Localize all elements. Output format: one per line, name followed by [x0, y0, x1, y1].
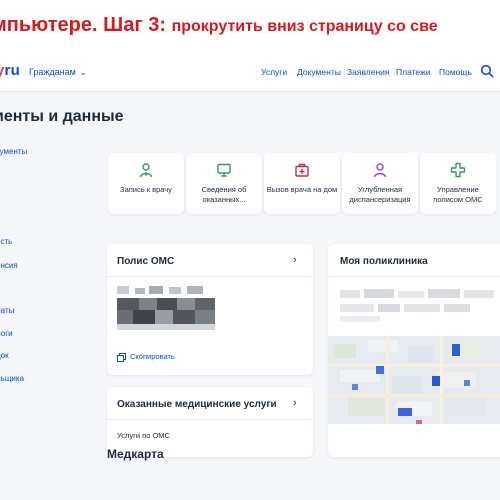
card-title: Моя поликлиника [340, 256, 428, 267]
sidebar-item-3[interactable]: ость [0, 237, 12, 246]
tile-label: Запись к врачу [120, 185, 172, 194]
copy-icon [117, 352, 126, 362]
logo[interactable]: уru [0, 62, 20, 79]
sidebar-item-documents[interactable]: кументы [0, 147, 27, 156]
my-clinic-card[interactable]: Моя поликлиника [328, 244, 500, 457]
citizens-label: Гражданам [29, 67, 76, 77]
person-check-icon [373, 163, 387, 178]
copy-button[interactable]: Скопировать [117, 352, 175, 362]
nav-applications[interactable]: Заявления [347, 67, 390, 77]
doctor-icon [139, 163, 153, 178]
banner-part-1: мпьютере. Шаг 3: [0, 14, 167, 36]
tile-label: Углубленная диспансеризация [349, 185, 411, 204]
instruction-banner: мпьютере. Шаг 3: прокрутить вниз страниц… [0, 0, 500, 52]
monitor-icon [217, 163, 231, 177]
blurred-policy-number [117, 286, 215, 330]
blurred-clinic-address [340, 289, 494, 322]
copy-label: Скопировать [130, 352, 175, 361]
divider [107, 419, 313, 420]
chevron-right-icon[interactable]: › [293, 254, 297, 266]
medkit-icon [295, 163, 309, 177]
map-graphic [328, 336, 500, 424]
card-title: Оказанные медицинские услуги [117, 399, 277, 410]
clinic-map[interactable] [328, 336, 500, 424]
tile-label: Вызов врача на дом [266, 185, 338, 194]
banner-part-2: прокрутить вниз страницу со све [171, 18, 438, 35]
chevron-right-icon[interactable]: › [293, 397, 297, 409]
logo-accent: ru [4, 62, 20, 79]
sidebar-item-payments[interactable]: латы [0, 306, 14, 315]
nav-payments[interactable]: Платежи [396, 67, 430, 77]
search-icon[interactable] [480, 64, 494, 78]
tile-label: Управление полисом ОМС [433, 185, 483, 204]
tile-doctor-appointment[interactable]: Запись к врачу [108, 153, 184, 214]
instruction-text: мпьютере. Шаг 3: прокрутить вниз страниц… [0, 14, 438, 37]
tile-services-info[interactable]: Сведения об оказанных... [186, 153, 262, 214]
divider [328, 276, 500, 277]
site-header: уru Гражданам ⌄ Услуги Документы Заявлени… [0, 52, 500, 92]
nav-help[interactable]: Помощь [439, 67, 472, 77]
tile-oms-management[interactable]: Управление полисом ОМС [420, 153, 496, 214]
divider [107, 276, 313, 277]
tile-label: Сведения об оказанных... [201, 185, 247, 204]
sidebar-item-8[interactable]: док [0, 351, 9, 360]
nav-documents[interactable]: Документы [297, 67, 341, 77]
tile-dispensarization[interactable]: Углубленная диспансеризация [342, 153, 418, 214]
card-title: Полис ОМС [117, 256, 175, 267]
sidebar-item-pension[interactable]: енсия [0, 261, 18, 270]
sidebar-item-taxes[interactable]: логи [0, 329, 13, 338]
page-title: менты и данные [0, 108, 124, 125]
nav-services[interactable]: Услуги [261, 67, 287, 77]
medical-cross-icon [450, 162, 466, 178]
oms-services-link[interactable]: Услуги по ОМС [117, 431, 170, 440]
medcard-title: Медкарта [107, 447, 164, 461]
chevron-down-icon: ⌄ [79, 68, 87, 77]
tile-home-doctor[interactable]: Вызов врача на дом [264, 153, 340, 214]
sidebar-item-taxpayer[interactable]: льщика [0, 374, 24, 383]
citizens-menu[interactable]: Гражданам ⌄ [29, 67, 87, 77]
oms-policy-card[interactable]: Полис ОМС › Скопировать [107, 244, 313, 375]
